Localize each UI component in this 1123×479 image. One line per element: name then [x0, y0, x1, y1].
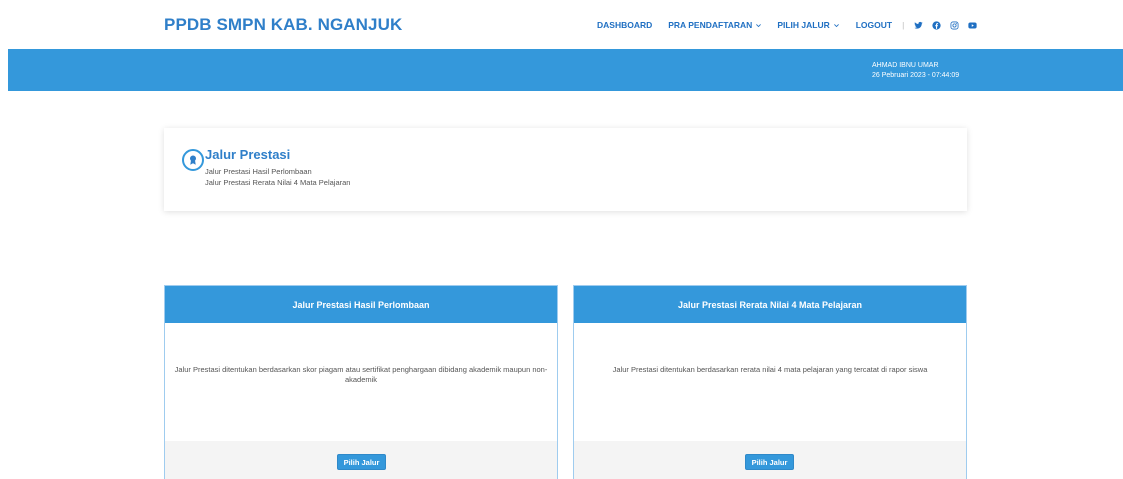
info-title: Jalur Prestasi [205, 147, 291, 162]
card-header: Jalur Prestasi Hasil Perlombaan [165, 286, 557, 323]
menu-dashboard[interactable]: DASHBOARD [597, 20, 652, 30]
menu-separator: | [902, 20, 905, 30]
youtube-icon[interactable] [968, 21, 977, 30]
info-line: Jalur Prestasi Rerata Nilai 4 Mata Pelaj… [205, 178, 351, 187]
pilih-jalur-button[interactable]: Pilih Jalur [745, 454, 794, 470]
brand-title[interactable]: PPDB SMPN KAB. NGANJUK [164, 15, 402, 35]
instagram-icon[interactable] [950, 21, 959, 30]
pilih-jalur-button[interactable]: Pilih Jalur [337, 454, 386, 470]
menu-logout-label: LOGOUT [855, 20, 893, 30]
top-navbar: PPDB SMPN KAB. NGANJUK DASHBOARD PRA PEN… [0, 0, 1123, 49]
menu-pilih-jalur-label: PILIH JALUR [777, 20, 830, 30]
info-line: Jalur Prestasi Hasil Perlombaan [205, 167, 312, 176]
chevron-down-icon [833, 23, 839, 27]
menu-pilih-jalur[interactable]: PILIH JALUR [777, 20, 839, 30]
main-menu: DASHBOARD PRA PENDAFTARAN PILIH JALUR LO… [597, 20, 977, 30]
chevron-down-icon [756, 23, 762, 27]
award-icon [182, 149, 204, 171]
menu-pra-pendaftaran[interactable]: PRA PENDAFTARAN [668, 20, 762, 30]
facebook-icon[interactable] [932, 20, 941, 30]
user-info: AHMAD IBNU UMAR 26 Pebruari 2023 - 07:44… [872, 61, 959, 81]
user-name: AHMAD IBNU UMAR [872, 62, 939, 69]
twitter-icon[interactable] [914, 21, 923, 30]
user-datetime: 26 Pebruari 2023 - 07:44:09 [872, 72, 960, 79]
path-card-rerata-nilai: Jalur Prestasi Rerata Nilai 4 Mata Pelaj… [573, 285, 967, 479]
card-description: Jalur Prestasi ditentukan berdasarkan re… [612, 365, 928, 374]
card-description: Jalur Prestasi ditentukan berdasarkan sk… [174, 365, 548, 384]
card-header: Jalur Prestasi Rerata Nilai 4 Mata Pelaj… [574, 286, 966, 323]
path-card-hasil-perlombaan: Jalur Prestasi Hasil Perlombaan Jalur Pr… [164, 285, 558, 479]
social-links [914, 20, 977, 30]
menu-dashboard-label: DASHBOARD [597, 20, 653, 30]
menu-pra-pendaftaran-label: PRA PENDAFTARAN [668, 20, 753, 30]
menu-logout[interactable]: LOGOUT [856, 20, 892, 30]
